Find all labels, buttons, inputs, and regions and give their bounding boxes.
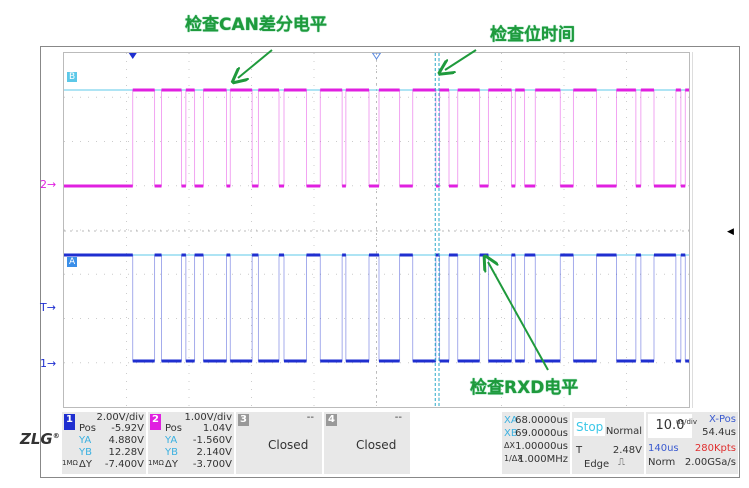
trigger-type[interactable]: Edge: [584, 459, 609, 470]
ch4-badge: 4: [326, 414, 337, 426]
xa-value: 68.0000us: [515, 415, 568, 426]
ch1-scale: 2.00V/div: [96, 412, 144, 423]
acquisition-mode: Norm: [648, 457, 676, 468]
ch3-badge: 3: [238, 414, 249, 426]
xpos-label: X-Pos: [709, 414, 736, 425]
ch1-yb-label: YB: [79, 447, 92, 458]
trigger-panel[interactable]: Stop Normal T 2.48V Edge ⎍: [572, 412, 644, 474]
fx-value: 1.000MHz: [517, 454, 568, 465]
logo-text: ZLG: [20, 430, 53, 448]
ch4-status: Closed: [356, 438, 397, 452]
ch2-yb: 2.140V: [196, 447, 232, 458]
ch2-panel[interactable]: 2 1.00V/div Pos 1.04V YA -1.560V YB 2.14…: [148, 412, 234, 474]
ch1-yb: 12.28V: [108, 447, 144, 458]
trigger-level-label: T: [576, 445, 583, 456]
run-stop-button[interactable]: Stop: [574, 418, 606, 436]
rising-edge-icon: ⎍: [618, 457, 625, 468]
ch3-dash: --: [306, 412, 314, 423]
ch1-ya-label: YA: [79, 435, 92, 446]
ch2-pos: 1.04V: [202, 423, 232, 434]
ch2-dy-label: ΔY: [165, 459, 178, 470]
ch2-ya: -1.560V: [192, 435, 232, 446]
ch4-panel[interactable]: 4 -- Closed: [324, 412, 410, 474]
ch2-yb-label: YB: [165, 447, 178, 458]
ch1-badge: 1: [64, 414, 75, 430]
ch1-dy: -7.400V: [104, 459, 144, 470]
ch2-pos-label: Pos: [165, 423, 183, 434]
ch4-dash: --: [394, 412, 402, 423]
sample-rate: 2.00GSa/s: [684, 457, 736, 468]
ch2-scale: 1.00V/div: [184, 412, 232, 423]
timebase-panel[interactable]: 10.0 us/div X-Pos 54.4us 140us 280Kpts N…: [646, 412, 738, 474]
trigger-level: 2.48V: [612, 445, 642, 456]
ch2-badge: 2: [150, 414, 161, 430]
ch2-ya-label: YA: [165, 435, 178, 446]
arrow-can-level: [238, 49, 273, 78]
ch1-pos-label: Pos: [79, 423, 97, 434]
time-window: 140us: [648, 443, 679, 454]
trigger-mode[interactable]: Normal: [606, 426, 642, 437]
cursor-panel[interactable]: XA 68.0000us XB 69.0000us ΔX 1.00000us 1…: [502, 412, 570, 474]
xpos-value: 54.4us: [702, 427, 736, 438]
dx-value: 1.00000us: [515, 441, 568, 452]
ch1-coupling: 1MΩ: [62, 459, 78, 467]
ch3-status: Closed: [268, 438, 309, 452]
ch1-panel[interactable]: 1 2.00V/div Pos -5.92V YA 4.880V YB 12.2…: [62, 412, 146, 474]
dx-label: ΔX: [504, 441, 515, 450]
ch2-coupling: 1MΩ: [148, 459, 164, 467]
ch3-panel[interactable]: 3 -- Closed: [236, 412, 322, 474]
zlg-logo: ZLG®: [20, 430, 60, 448]
memory-depth: 280Kpts: [694, 443, 736, 454]
ch1-ya: 4.880V: [108, 435, 144, 446]
timebase-unit: us/div: [676, 418, 697, 426]
ch1-dy-label: ΔY: [79, 459, 92, 470]
ch1-pos: -5.92V: [111, 423, 144, 434]
ch2-dy: -3.700V: [192, 459, 232, 470]
arrow-bit-time: [445, 49, 477, 70]
arrow-rxd-level: [488, 262, 549, 371]
xb-value: 69.0000us: [515, 428, 568, 439]
